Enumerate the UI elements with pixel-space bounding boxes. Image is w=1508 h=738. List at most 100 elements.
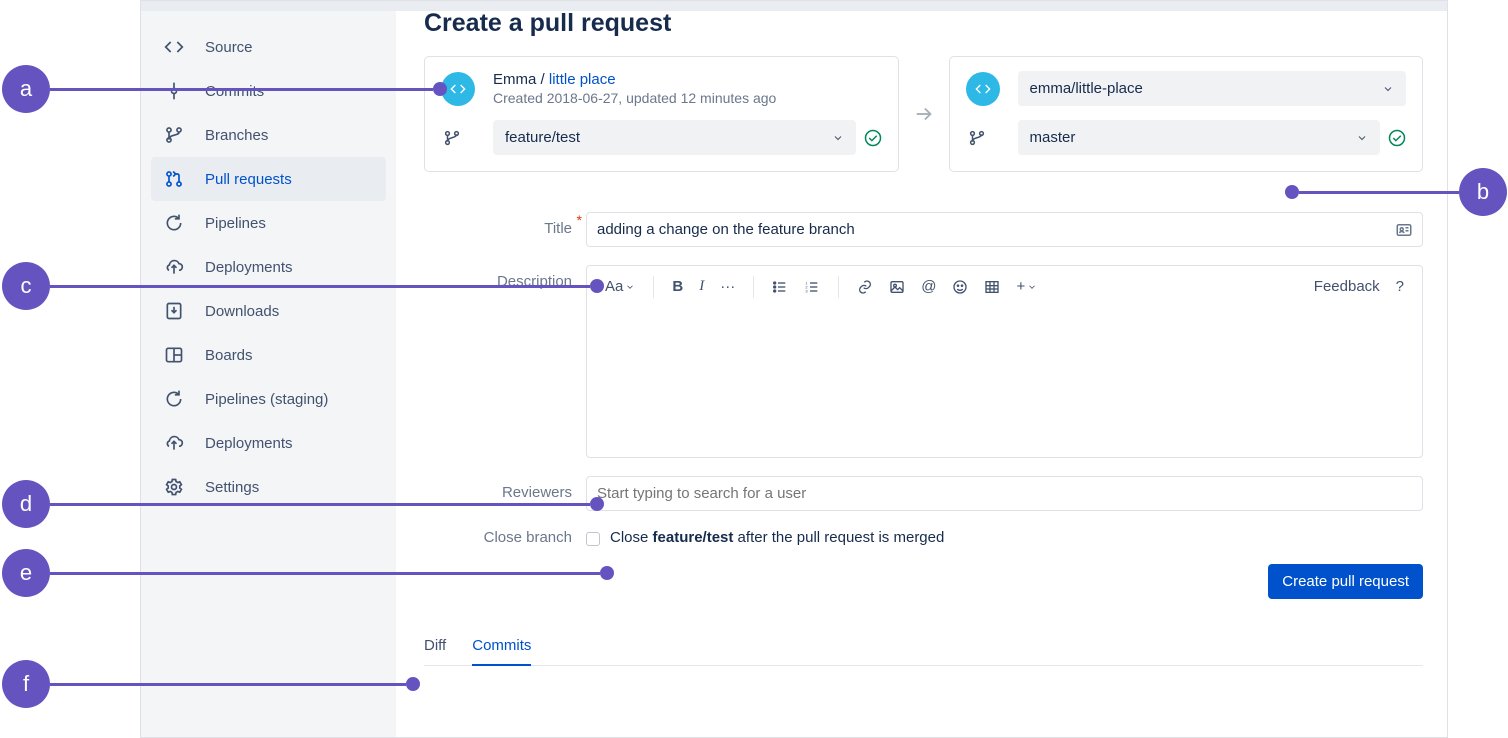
sidebar-item-label: Pipelines (staging) bbox=[205, 391, 328, 408]
bottom-tabs: Diff Commits bbox=[424, 637, 1423, 666]
sidebar-item-downloads[interactable]: Downloads bbox=[151, 289, 386, 333]
sidebar-item-label: Pipelines bbox=[205, 215, 266, 232]
chevron-down-icon bbox=[832, 132, 844, 144]
insert-tool[interactable]: + bbox=[1010, 274, 1043, 299]
separator bbox=[838, 276, 839, 298]
header-bar bbox=[141, 1, 1447, 11]
dest-repo-row: emma/little-place bbox=[1018, 71, 1407, 106]
page-title: Create a pull request bbox=[424, 9, 1423, 38]
table-tool[interactable] bbox=[978, 275, 1006, 299]
chevron-down-icon bbox=[1382, 83, 1394, 95]
source-repo-header: Emma / little place Created 2018-06-27, … bbox=[493, 71, 882, 106]
sidebar-item-boards[interactable]: Boards bbox=[151, 333, 386, 377]
help-tool[interactable]: ? bbox=[1390, 274, 1410, 299]
branch-icon bbox=[966, 129, 988, 147]
sidebar-item-settings[interactable]: Settings bbox=[151, 465, 386, 509]
sidebar-item-pipelines-staging[interactable]: Pipelines (staging) bbox=[151, 377, 386, 421]
source-owner: Emma bbox=[493, 71, 536, 88]
sidebar-item-deployments-2[interactable]: Deployments bbox=[151, 421, 386, 465]
branch-selectors: Emma / little place Created 2018-06-27, … bbox=[424, 56, 1423, 172]
source-branch-select[interactable]: feature/test bbox=[493, 120, 856, 155]
cloud-up-icon bbox=[163, 432, 185, 454]
dest-card: emma/little-place master bbox=[949, 56, 1424, 172]
image-tool[interactable] bbox=[883, 275, 911, 299]
code-icon bbox=[163, 36, 185, 58]
chevron-down-icon bbox=[1356, 132, 1368, 144]
check-circle-icon bbox=[1388, 129, 1406, 147]
sidebar-item-label: Commits bbox=[205, 83, 264, 100]
repo-icon bbox=[966, 72, 1000, 106]
more-formatting-tool[interactable]: ··· bbox=[714, 274, 741, 299]
sidebar-item-label: Deployments bbox=[205, 259, 293, 276]
number-list-tool[interactable]: 123 bbox=[798, 275, 826, 299]
source-branch-value: feature/test bbox=[505, 129, 580, 146]
description-editor: Aa B I ··· 123 @ bbox=[586, 265, 1423, 458]
tab-commits[interactable]: Commits bbox=[472, 637, 531, 666]
italic-tool[interactable]: I bbox=[693, 274, 710, 299]
contact-card-icon[interactable] bbox=[1395, 221, 1413, 239]
dest-repo-value: emma/little-place bbox=[1030, 80, 1143, 97]
cycle-icon bbox=[163, 388, 185, 410]
tab-diff[interactable]: Diff bbox=[424, 637, 446, 665]
sidebar-item-label: Boards bbox=[205, 347, 253, 364]
branch-icon bbox=[441, 129, 463, 147]
description-textarea[interactable] bbox=[587, 307, 1422, 457]
emoji-tool[interactable] bbox=[946, 275, 974, 299]
cloud-up-icon bbox=[163, 256, 185, 278]
dest-branch-row: master bbox=[1018, 120, 1407, 155]
boards-icon bbox=[163, 344, 185, 366]
reviewers-input[interactable] bbox=[586, 476, 1423, 511]
svg-text:3: 3 bbox=[806, 288, 809, 293]
main-content: Create a pull request Emma / little plac… bbox=[396, 1, 1447, 737]
pr-form: Title Description Aa B bbox=[424, 212, 1423, 599]
dest-branch-value: master bbox=[1030, 129, 1076, 146]
branches-icon bbox=[163, 124, 185, 146]
download-icon bbox=[163, 300, 185, 322]
mention-tool[interactable]: @ bbox=[915, 274, 942, 299]
sidebar-item-commits[interactable]: Commits bbox=[151, 69, 386, 113]
close-branch-checkbox[interactable] bbox=[586, 532, 600, 546]
source-branch-row: feature/test bbox=[493, 120, 882, 155]
separator bbox=[753, 276, 754, 298]
close-branch-text: Close feature/test after the pull reques… bbox=[610, 529, 944, 546]
source-repo-link[interactable]: little place bbox=[549, 71, 616, 88]
cycle-icon bbox=[163, 212, 185, 234]
sidebar-item-source[interactable]: Source bbox=[151, 25, 386, 69]
repo-icon bbox=[441, 72, 475, 106]
arrow-right-icon bbox=[913, 103, 935, 125]
editor-toolbar: Aa B I ··· 123 @ bbox=[587, 266, 1422, 307]
sidebar-item-label: Deployments bbox=[205, 435, 293, 452]
description-label: Description bbox=[424, 265, 586, 290]
sidebar-item-pipelines[interactable]: Pipelines bbox=[151, 201, 386, 245]
source-card: Emma / little place Created 2018-06-27, … bbox=[424, 56, 899, 172]
dest-repo-select[interactable]: emma/little-place bbox=[1018, 71, 1407, 106]
sidebar-item-label: Branches bbox=[205, 127, 268, 144]
separator bbox=[653, 276, 654, 298]
title-label: Title bbox=[424, 212, 586, 237]
feedback-link[interactable]: Feedback bbox=[1308, 274, 1386, 299]
create-pull-request-button[interactable]: Create pull request bbox=[1268, 564, 1423, 599]
pull-request-icon bbox=[163, 168, 185, 190]
sidebar-item-label: Downloads bbox=[205, 303, 279, 320]
link-tool[interactable] bbox=[851, 275, 879, 299]
sidebar-item-pull-requests[interactable]: Pull requests bbox=[151, 157, 386, 201]
sidebar: Source Commits Branches Pull requests Pi… bbox=[141, 1, 396, 737]
source-repo-path: Emma / little place bbox=[493, 71, 882, 88]
app-window: Source Commits Branches Pull requests Pi… bbox=[140, 0, 1448, 738]
commits-icon bbox=[163, 80, 185, 102]
bullet-list-tool[interactable] bbox=[766, 275, 794, 299]
sidebar-item-label: Settings bbox=[205, 479, 259, 496]
gear-icon bbox=[163, 476, 185, 498]
source-repo-meta: Created 2018-06-27, updated 12 minutes a… bbox=[493, 90, 882, 106]
title-input[interactable] bbox=[586, 212, 1423, 247]
close-branch-label: Close branch bbox=[424, 529, 586, 546]
reviewers-label: Reviewers bbox=[424, 476, 586, 501]
bold-tool[interactable]: B bbox=[666, 274, 689, 299]
sidebar-item-label: Pull requests bbox=[205, 171, 292, 188]
sidebar-item-deployments[interactable]: Deployments bbox=[151, 245, 386, 289]
sidebar-item-label: Source bbox=[205, 39, 253, 56]
text-style-tool[interactable]: Aa bbox=[599, 274, 641, 299]
check-circle-icon bbox=[864, 129, 882, 147]
sidebar-item-branches[interactable]: Branches bbox=[151, 113, 386, 157]
dest-branch-select[interactable]: master bbox=[1018, 120, 1381, 155]
